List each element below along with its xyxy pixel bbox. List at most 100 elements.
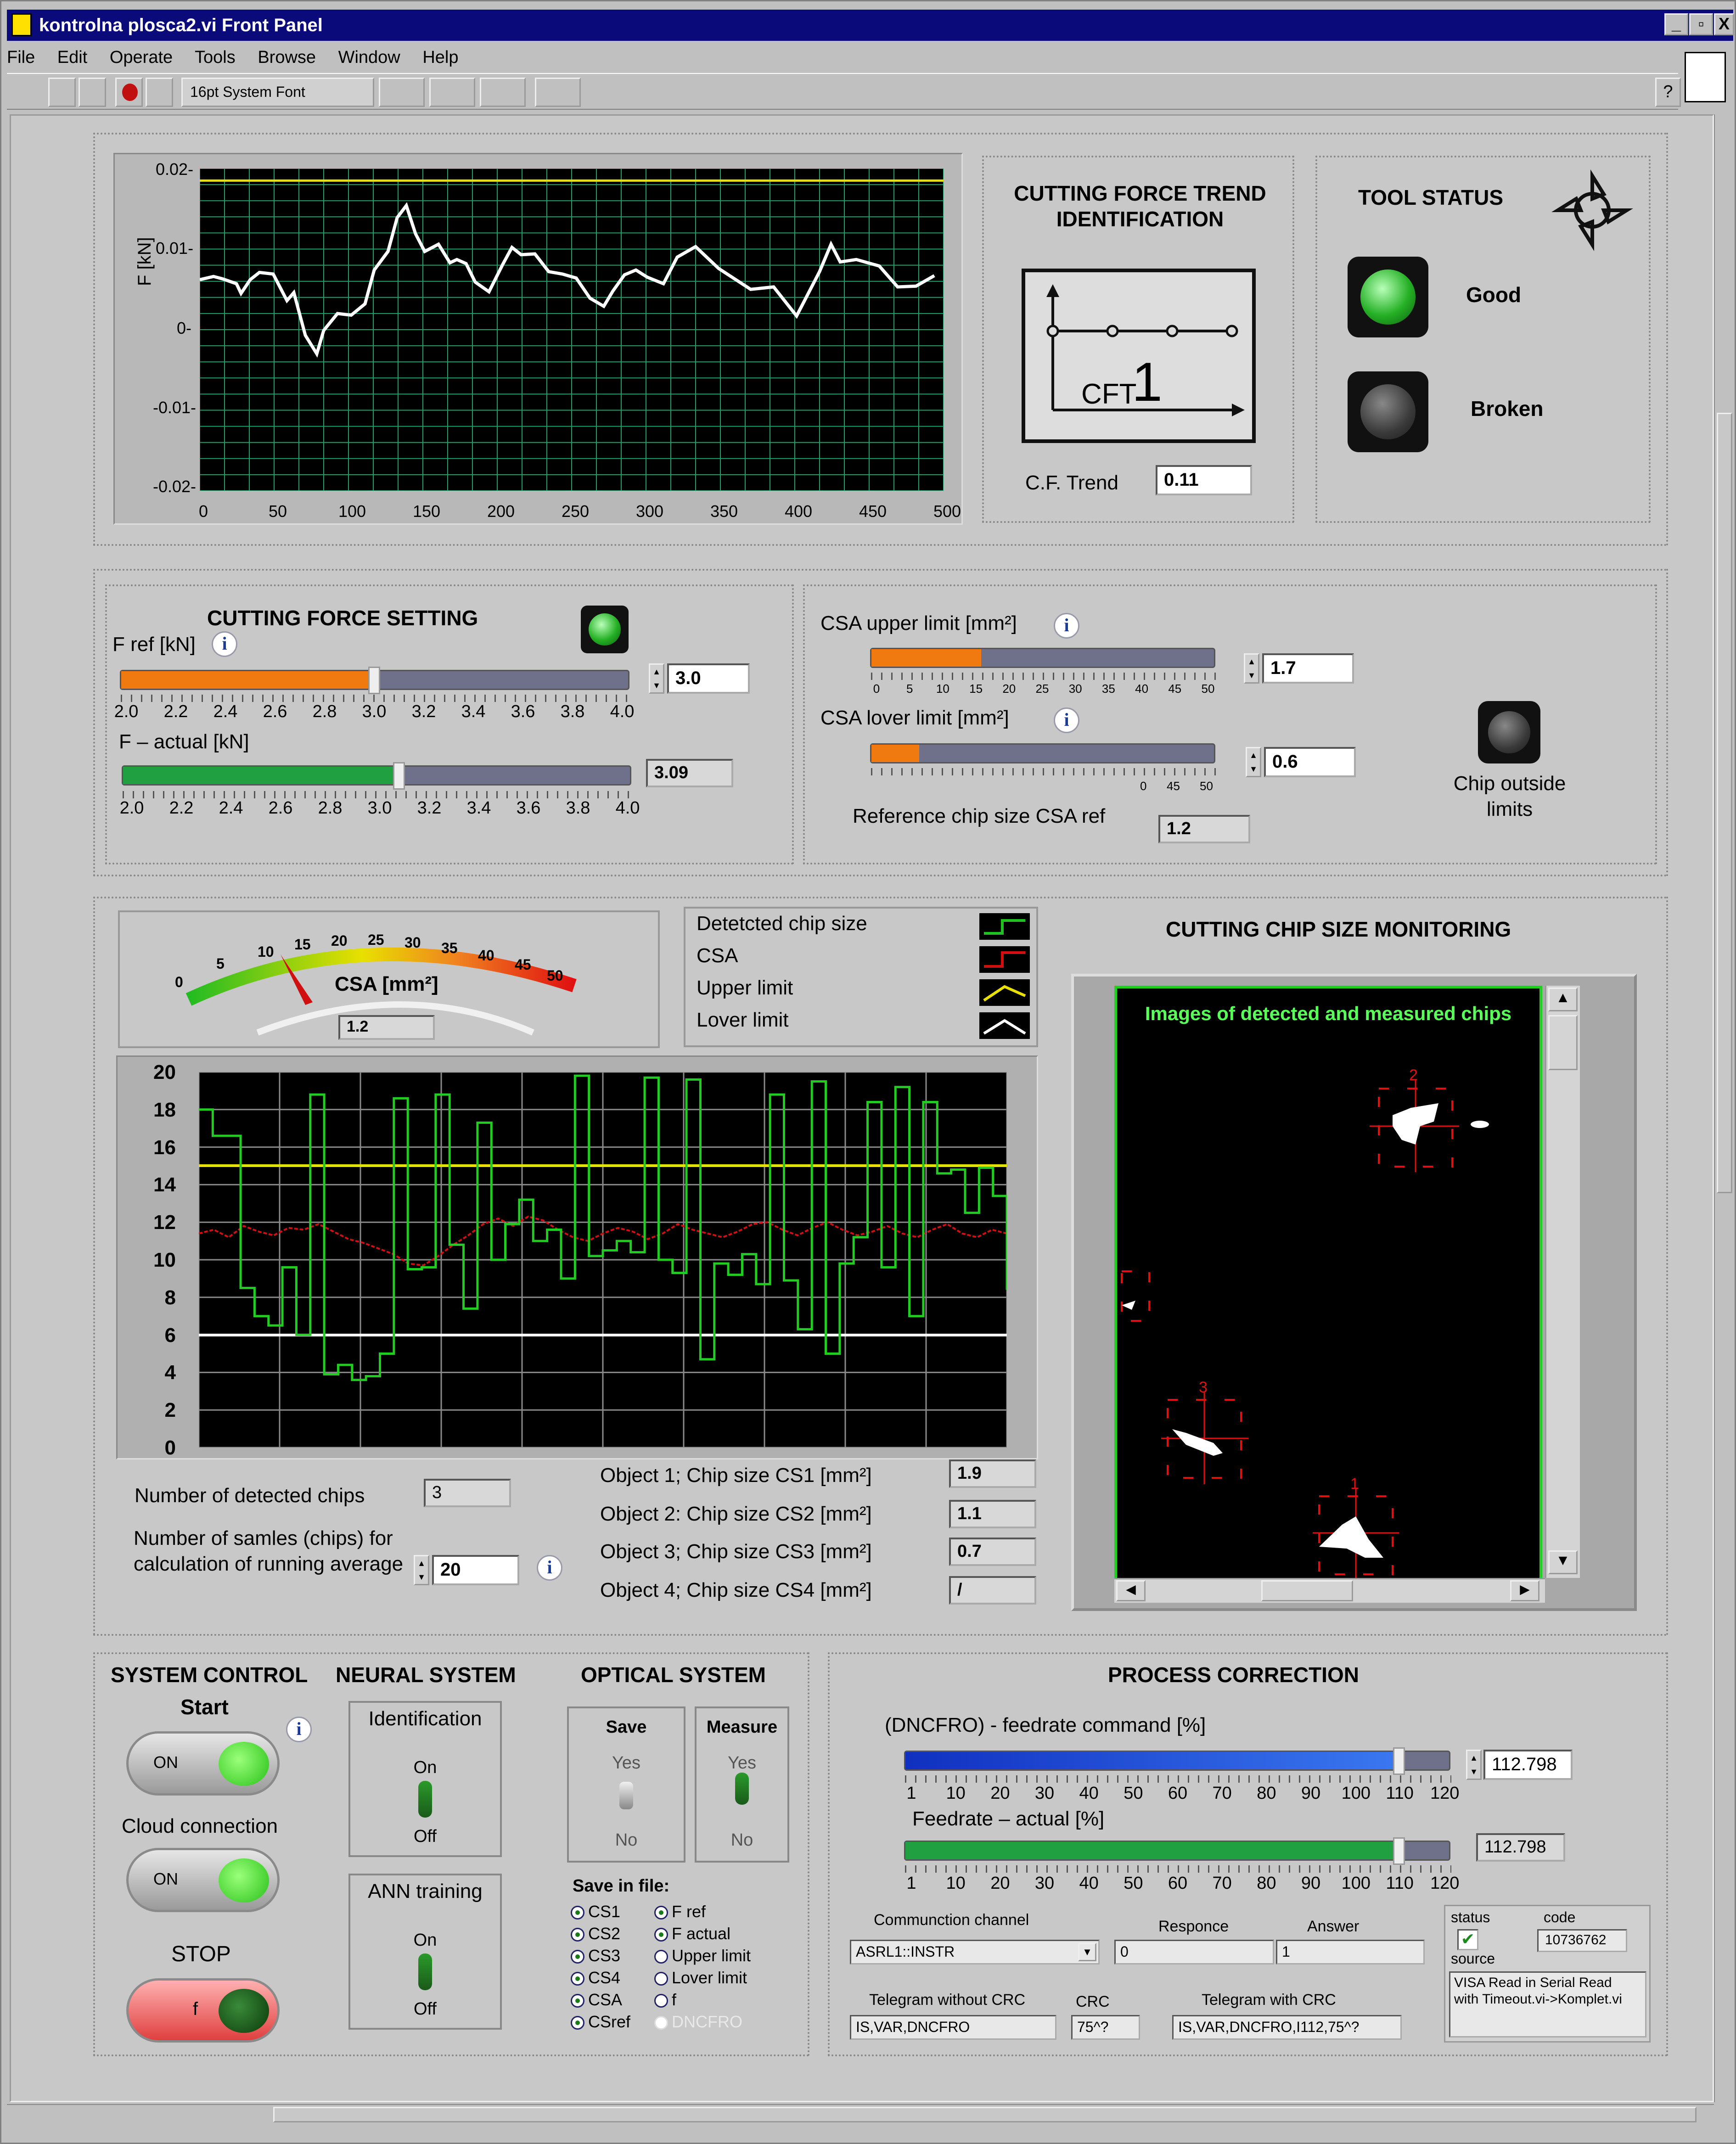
- feed-cmd-slider[interactable]: [904, 1747, 1450, 1775]
- object4-label: Object 4; Chip size CS4 [mm²]: [600, 1579, 872, 1601]
- fa-scale-tick: 60: [1168, 1874, 1188, 1893]
- horizontal-scroll-thumb[interactable]: [273, 2107, 1697, 2122]
- vertical-scroll-thumb[interactable]: [1717, 413, 1732, 1193]
- chip-image-hscroll-thumb[interactable]: [1261, 1580, 1353, 1601]
- chip-image-hscroll[interactable]: ◀ ▶: [1114, 1578, 1545, 1603]
- save-file-cs2-radio[interactable]: CS2: [571, 1924, 620, 1943]
- save-file-option-radio[interactable]: F actual: [654, 1924, 730, 1943]
- identification-toggle[interactable]: [418, 1781, 432, 1818]
- fc-scale-tick: 40: [1079, 1784, 1099, 1803]
- fref-value[interactable]: 3.0: [667, 663, 750, 694]
- save-file-option-radio[interactable]: Upper limit: [654, 1946, 751, 1965]
- measure-group: Measure Yes No: [695, 1706, 789, 1863]
- trend-glyph-number: 1: [1132, 351, 1163, 413]
- system-control-title: SYSTEM CONTROL: [111, 1663, 308, 1687]
- error-source-label: source: [1451, 1950, 1495, 1967]
- menu-window[interactable]: Window: [338, 48, 400, 67]
- csa-lower-slider[interactable]: [870, 743, 1215, 763]
- measure-toggle[interactable]: [735, 1773, 749, 1805]
- menu-file[interactable]: File: [7, 48, 35, 67]
- radio-label: f: [672, 1990, 677, 2009]
- run-continuous-icon[interactable]: [79, 78, 106, 107]
- radio-label: Lover limit: [672, 1968, 747, 1987]
- fa-scale-tick: 70: [1212, 1874, 1232, 1893]
- fref-slider-thumb[interactable]: [368, 667, 380, 694]
- csa-upper-fill: [871, 649, 981, 667]
- scroll-right-icon[interactable]: ▶: [1510, 1580, 1539, 1601]
- csa-upper-spinner[interactable]: ▲ ▼: [1244, 653, 1259, 684]
- samples-value[interactable]: 20: [432, 1555, 519, 1585]
- save-file-option-radio[interactable]: F ref: [654, 1902, 706, 1921]
- fref-slider-fill: [121, 671, 375, 689]
- save-file-cs4-radio[interactable]: CS4: [571, 1968, 620, 1987]
- csa-lower-spinner[interactable]: ▲ ▼: [1246, 747, 1261, 777]
- fact-ticks: [123, 791, 632, 798]
- cloud-button[interactable]: ON: [126, 1848, 280, 1912]
- save-file-csa-radio[interactable]: CSA: [571, 1990, 622, 2009]
- scroll-left-icon[interactable]: ◀: [1116, 1580, 1146, 1601]
- save-file-option-radio[interactable]: DNCFRO: [654, 2012, 742, 2032]
- fref-slider[interactable]: [120, 667, 629, 694]
- save-file-option-radio[interactable]: Lover limit: [654, 1968, 747, 1987]
- object2-label: Object 2: Chip size CS2 [mm²]: [600, 1503, 872, 1525]
- response-label: Responce: [1158, 1918, 1229, 1935]
- menu-edit[interactable]: Edit: [57, 48, 87, 67]
- csa-upper-value[interactable]: 1.7: [1262, 653, 1354, 684]
- fref-spinner[interactable]: ▲ ▼: [649, 663, 664, 694]
- legend-upper-label: Upper limit: [697, 977, 793, 999]
- save-file-csref-radio[interactable]: CSref: [571, 2012, 630, 2032]
- menu-tools[interactable]: Tools: [195, 48, 236, 67]
- help-icon[interactable]: ?: [1655, 78, 1681, 107]
- ann-training-toggle[interactable]: [418, 1953, 432, 1990]
- fref-info-icon[interactable]: i: [212, 631, 237, 657]
- font-select[interactable]: 16pt System Font: [181, 78, 374, 107]
- force-xtick: 100: [338, 502, 366, 521]
- stop-button[interactable]: f: [126, 1978, 280, 2043]
- menu-help[interactable]: Help: [422, 48, 458, 67]
- fc-scale-tick: 100: [1341, 1784, 1371, 1803]
- save-file-cs1-radio[interactable]: CS1: [571, 1902, 620, 1921]
- start-info-icon[interactable]: i: [286, 1717, 312, 1742]
- csa-lower-value[interactable]: 0.6: [1264, 747, 1356, 777]
- force-xtick: 250: [562, 502, 590, 521]
- start-button[interactable]: ON: [126, 1731, 280, 1796]
- run-arrow-icon[interactable]: [48, 78, 76, 107]
- vertical-scrollbar[interactable]: [1714, 114, 1734, 2102]
- pause-icon[interactable]: [146, 78, 173, 107]
- csa-lower-info-icon[interactable]: i: [1054, 707, 1079, 733]
- detected-count-value: 3: [424, 1479, 511, 1507]
- align-objects-icon[interactable]: [379, 78, 425, 107]
- chip-ytick: 14: [153, 1173, 176, 1196]
- samples-info-icon[interactable]: i: [537, 1555, 562, 1581]
- close-button[interactable]: X: [1714, 13, 1734, 35]
- force-xtick: 350: [710, 502, 738, 521]
- distribute-objects-icon[interactable]: [429, 78, 475, 107]
- samples-spinner[interactable]: ▲ ▼: [414, 1555, 429, 1585]
- save-file-cs3-radio[interactable]: CS3: [571, 1946, 620, 1965]
- maximize-button[interactable]: ▫: [1689, 13, 1713, 35]
- chip-image-vscroll[interactable]: ▲ ▼: [1545, 986, 1580, 1578]
- abort-icon[interactable]: [115, 78, 143, 107]
- feed-cmd-value[interactable]: 112.798: [1483, 1750, 1573, 1780]
- scroll-down-icon[interactable]: ▼: [1548, 1550, 1578, 1574]
- resize-objects-icon[interactable]: [480, 78, 526, 107]
- menu-browse[interactable]: Browse: [258, 48, 316, 67]
- save-file-option-radio[interactable]: f: [654, 1990, 676, 2009]
- feed-cmd-spinner[interactable]: ▲ ▼: [1466, 1750, 1482, 1780]
- chip-image-vscroll-thumb[interactable]: [1548, 1015, 1578, 1070]
- horizontal-scrollbar[interactable]: [7, 2104, 1714, 2124]
- comm-channel-select[interactable]: ASRL1::INSTR ▼: [850, 1940, 1100, 1964]
- scroll-up-icon[interactable]: ▲: [1548, 988, 1578, 1011]
- feed-cmd-thumb[interactable]: [1393, 1747, 1405, 1775]
- csa-upper-slider[interactable]: [870, 648, 1215, 668]
- menu-operate[interactable]: Operate: [110, 48, 173, 67]
- save-toggle[interactable]: [619, 1782, 633, 1809]
- reorder-icon[interactable]: [535, 78, 581, 107]
- identification-group: Identification On Off: [348, 1701, 502, 1857]
- csa-upper-info-icon[interactable]: i: [1054, 613, 1079, 639]
- force-ytick: 0.02-: [156, 160, 194, 179]
- force-ytick: 0-: [177, 319, 192, 337]
- csa-lower-label: CSA lover limit [mm²]: [820, 707, 1009, 729]
- chevron-down-icon[interactable]: ▼: [1078, 1943, 1096, 1961]
- minimize-button[interactable]: _: [1664, 13, 1688, 35]
